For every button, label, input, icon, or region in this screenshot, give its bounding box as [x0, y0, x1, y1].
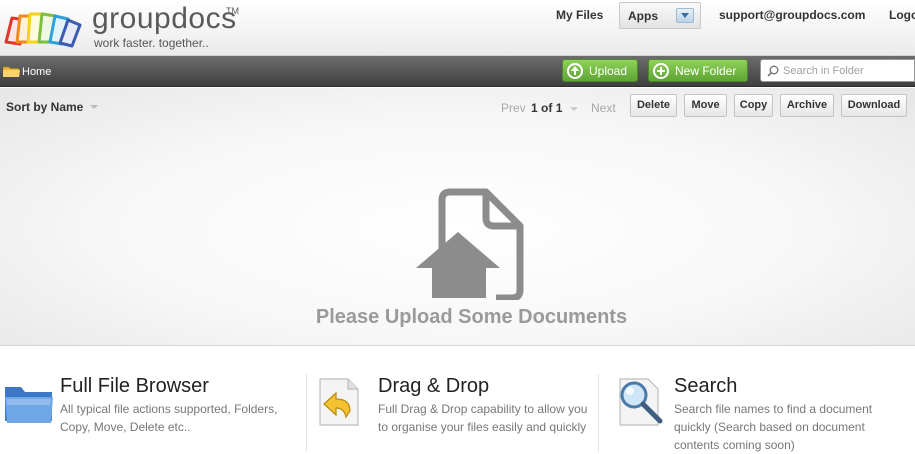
nav-my-files-link[interactable]: My Files	[556, 8, 603, 22]
magnifier-icon	[619, 378, 663, 426]
feature-title: Full File Browser	[60, 375, 209, 397]
top-header: groupdocs TM work faster. together.. My …	[0, 0, 915, 56]
feature-title: Drag & Drop	[378, 375, 490, 397]
page-total: 1	[555, 101, 563, 115]
pagination-info: 1 of 1	[531, 101, 562, 115]
feature-divider	[306, 374, 307, 452]
breadcrumb-label: Home	[22, 66, 52, 78]
search-input[interactable]	[783, 63, 911, 79]
new-folder-button-label: New Folder	[675, 64, 737, 78]
pagination-next[interactable]: Next	[591, 101, 616, 115]
upload-document-icon	[416, 188, 524, 300]
file-toolbar: Home Upload New Folder	[0, 56, 915, 87]
nav-logout-link[interactable]: Logo	[889, 8, 915, 22]
folder-icon	[3, 66, 20, 77]
sort-by-dropdown[interactable]: Sort by Name	[6, 100, 83, 114]
pagination-prev[interactable]: Prev	[501, 101, 526, 115]
feature-drag-drop: Drag & Drop Full Drag & Drop capability …	[310, 373, 590, 454]
chevron-down-icon[interactable]	[90, 105, 98, 109]
nav-user-email[interactable]: support@groupdocs.com	[719, 8, 865, 22]
page-of: of	[541, 101, 553, 115]
feature-description: Search file names to find a document qui…	[674, 402, 873, 452]
nav-apps-label: Apps	[628, 9, 658, 23]
feature-title: Search	[674, 375, 738, 397]
groupdocs-logo-icon[interactable]	[2, 4, 88, 50]
plus-circle-icon	[653, 63, 669, 79]
apps-dropdown-toggle[interactable]	[676, 8, 694, 23]
search-box[interactable]	[760, 59, 915, 82]
empty-state-message: Please Upload Some Documents	[315, 306, 628, 328]
brand-name: groupdocs	[92, 2, 237, 35]
chevron-down-icon	[681, 13, 689, 18]
feature-divider	[598, 374, 599, 452]
upload-button-label: Upload	[589, 64, 628, 78]
move-button[interactable]: Move	[684, 94, 727, 117]
copy-button[interactable]: Copy	[734, 94, 773, 117]
search-icon	[767, 65, 779, 77]
archive-button[interactable]: Archive	[780, 94, 834, 117]
folder-icon	[5, 387, 53, 423]
chevron-down-icon[interactable]	[570, 107, 578, 111]
page-current: 1	[531, 101, 538, 115]
upload-button[interactable]: Upload	[562, 59, 638, 82]
brand-tagline: work faster. together..	[94, 36, 209, 50]
upload-arrow-icon	[567, 63, 583, 79]
drag-drop-icon	[319, 378, 359, 426]
feature-description: Full Drag & Drop capability to allow you…	[378, 402, 588, 434]
delete-button[interactable]: Delete	[630, 94, 677, 117]
file-browser-area: Sort by Name Prev 1 of 1 Next Delete Mov…	[0, 88, 915, 346]
new-folder-button[interactable]: New Folder	[648, 59, 748, 82]
feature-file-browser: Full File Browser All typical file actio…	[4, 373, 294, 454]
nav-apps-button[interactable]: Apps	[619, 2, 701, 29]
download-button[interactable]: Download	[841, 94, 907, 117]
feature-search: Search Search file names to find a docum…	[608, 373, 908, 454]
brand-trademark: TM	[226, 6, 239, 16]
feature-description: All typical file actions supported, Fold…	[60, 402, 278, 434]
